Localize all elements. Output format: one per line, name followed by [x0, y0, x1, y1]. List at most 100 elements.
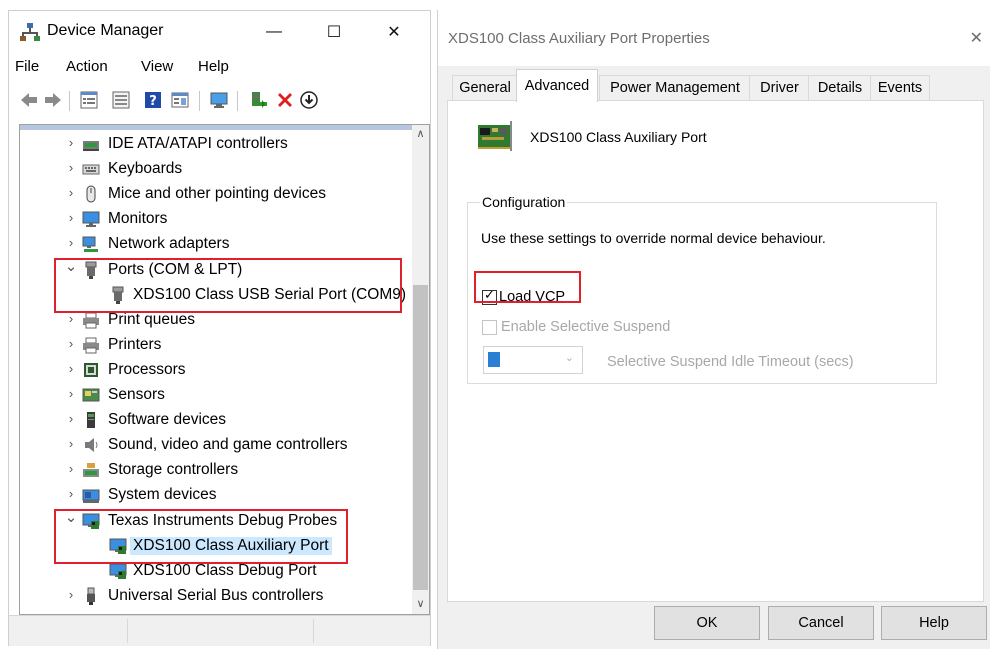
- tree-item-label: Ports (COM & LPT): [108, 260, 243, 278]
- tab-events[interactable]: Events: [870, 75, 930, 100]
- tree-device-item[interactable]: XDS100 Class Auxiliary Port: [20, 534, 412, 559]
- tree-category-item[interactable]: › Monitors: [20, 207, 412, 232]
- minimize-button[interactable]: —: [252, 15, 296, 49]
- device-manager-window: Device Manager — ☐ ✕ File Action View He…: [8, 10, 431, 646]
- tree-category-item[interactable]: › Processors: [20, 358, 412, 383]
- tree-category-item[interactable]: › Keyboards: [20, 157, 412, 182]
- chevron-right-icon[interactable]: ›: [64, 336, 78, 351]
- debug-probe-icon: [109, 537, 127, 555]
- storage-controller-icon: [82, 461, 100, 479]
- chevron-right-icon[interactable]: ›: [64, 311, 78, 326]
- device-manager-titlebar[interactable]: Device Manager — ☐ ✕: [9, 11, 430, 53]
- vertical-scrollbar[interactable]: ∧ ∨: [412, 125, 429, 614]
- tree-category-item[interactable]: › Sound, video and game controllers: [20, 433, 412, 458]
- tree-item-label: Texas Instruments Debug Probes: [108, 511, 338, 529]
- ok-button[interactable]: OK: [654, 606, 760, 640]
- keyboard-icon: [82, 160, 100, 178]
- tab-general[interactable]: General: [452, 75, 518, 100]
- chevron-right-icon[interactable]: ›: [64, 361, 78, 376]
- tree-item-label: Storage controllers: [108, 461, 239, 479]
- properties-titlebar[interactable]: XDS100 Class Auxiliary Port Properties ✕: [438, 10, 990, 66]
- uninstall-device-icon[interactable]: [275, 90, 295, 110]
- configuration-group-title: Configuration: [480, 194, 568, 210]
- chevron-right-icon[interactable]: ›: [64, 210, 78, 225]
- toolbar: ?: [13, 83, 426, 117]
- mouse-icon: [82, 185, 100, 203]
- help-button[interactable]: Help: [881, 606, 987, 640]
- tree-category-item[interactable]: › Software devices: [20, 408, 412, 433]
- update-driver-icon[interactable]: [249, 90, 269, 110]
- tree-item-label: System devices: [108, 486, 217, 504]
- debug-probe-icon: [470, 121, 516, 151]
- enable-selective-suspend-checkbox[interactable]: [482, 320, 497, 335]
- port-icon: [82, 261, 100, 279]
- chevron-down-icon[interactable]: ⌄: [64, 257, 78, 275]
- tree-category-item[interactable]: ⌄ Ports (COM & LPT): [20, 258, 412, 283]
- tree-category-item[interactable]: › Printers: [20, 333, 412, 358]
- chevron-down-icon[interactable]: ⌄: [64, 508, 78, 526]
- tree-item-label: XDS100 Class Debug Port: [133, 561, 317, 579]
- chevron-right-icon[interactable]: ›: [64, 411, 78, 426]
- tree-category-item[interactable]: › Storage controllers: [20, 458, 412, 483]
- processor-icon: [82, 361, 100, 379]
- load-vcp-label[interactable]: Load VCP: [499, 289, 565, 305]
- properties-title: XDS100 Class Auxiliary Port Properties: [448, 30, 710, 47]
- tree-category-item[interactable]: › Universal Serial Bus controllers: [20, 584, 412, 609]
- tree-category-item[interactable]: › IDE ATA/ATAPI controllers: [20, 132, 412, 157]
- properties-grid-icon[interactable]: [79, 90, 99, 110]
- tree-category-item[interactable]: › Sensors: [20, 383, 412, 408]
- menu-action[interactable]: Action: [66, 58, 108, 75]
- maximize-button[interactable]: ☐: [312, 15, 356, 49]
- scroll-up-icon[interactable]: ∧: [412, 127, 429, 140]
- cancel-button[interactable]: Cancel: [768, 606, 874, 640]
- device-tree[interactable]: ∧ ∨ › IDE ATA/ATAPI controllers › Keyboards…: [19, 124, 430, 615]
- chevron-right-icon[interactable]: ›: [64, 587, 78, 602]
- tab-details[interactable]: Details: [808, 75, 872, 100]
- port-icon: [109, 286, 127, 304]
- chevron-right-icon[interactable]: ›: [64, 486, 78, 501]
- tree-item-label: Keyboards: [108, 160, 183, 178]
- tab-power-management[interactable]: Power Management: [599, 75, 751, 100]
- scan-hardware-icon[interactable]: [209, 90, 229, 110]
- tree-category-item[interactable]: › Mice and other pointing devices: [20, 182, 412, 207]
- configuration-group: Configuration Use these settings to over…: [467, 194, 937, 384]
- device-name: XDS100 Class Auxiliary Port: [530, 129, 707, 145]
- chevron-right-icon[interactable]: ›: [64, 436, 78, 451]
- close-button[interactable]: ✕: [372, 15, 416, 49]
- tree-category-item[interactable]: › System devices: [20, 483, 412, 508]
- tree-device-item[interactable]: XDS100 Class Debug Port: [20, 559, 412, 584]
- tab-advanced[interactable]: Advanced: [516, 69, 598, 102]
- back-arrow-icon[interactable]: [19, 90, 39, 110]
- debug-probe-icon: [109, 562, 127, 580]
- tree-category-item[interactable]: › Print queues: [20, 308, 412, 333]
- tree-device-item[interactable]: XDS100 Class USB Serial Port (COM9): [20, 283, 412, 308]
- menu-help[interactable]: Help: [198, 58, 229, 75]
- chevron-right-icon[interactable]: ›: [64, 386, 78, 401]
- tree-item-label: XDS100 Class USB Serial Port (COM9): [133, 285, 407, 303]
- chevron-right-icon[interactable]: ›: [64, 235, 78, 250]
- tab-driver[interactable]: Driver: [749, 75, 810, 100]
- show-hidden-icon[interactable]: [170, 90, 190, 110]
- download-driver-icon[interactable]: [299, 90, 319, 110]
- scroll-thumb[interactable]: [413, 285, 428, 590]
- properties-close-icon[interactable]: ✕: [970, 28, 983, 48]
- sensor-icon: [82, 386, 100, 404]
- chevron-right-icon[interactable]: ›: [64, 185, 78, 200]
- idle-timeout-select[interactable]: ⌄: [483, 346, 583, 374]
- forward-arrow-icon[interactable]: [43, 90, 63, 110]
- chevron-right-icon[interactable]: ›: [64, 135, 78, 150]
- debug-probe-icon: [82, 512, 100, 530]
- svg-text:?: ?: [149, 94, 157, 109]
- tree-category-item[interactable]: › Network adapters: [20, 232, 412, 257]
- tree-item-label: Mice and other pointing devices: [108, 185, 326, 203]
- menu-view[interactable]: View: [141, 58, 173, 75]
- load-vcp-checkbox[interactable]: ✓: [482, 288, 497, 305]
- menu-file[interactable]: File: [15, 58, 39, 75]
- tree-category-item[interactable]: ⌄ Texas Instruments Debug Probes: [20, 509, 412, 534]
- help-icon[interactable]: ?: [143, 90, 163, 110]
- properties-sheet-icon[interactable]: [111, 90, 131, 110]
- tree-item-label: XDS100 Class Auxiliary Port: [130, 536, 332, 555]
- scroll-down-icon[interactable]: ∨: [412, 597, 429, 610]
- chevron-right-icon[interactable]: ›: [64, 160, 78, 175]
- chevron-right-icon[interactable]: ›: [64, 461, 78, 476]
